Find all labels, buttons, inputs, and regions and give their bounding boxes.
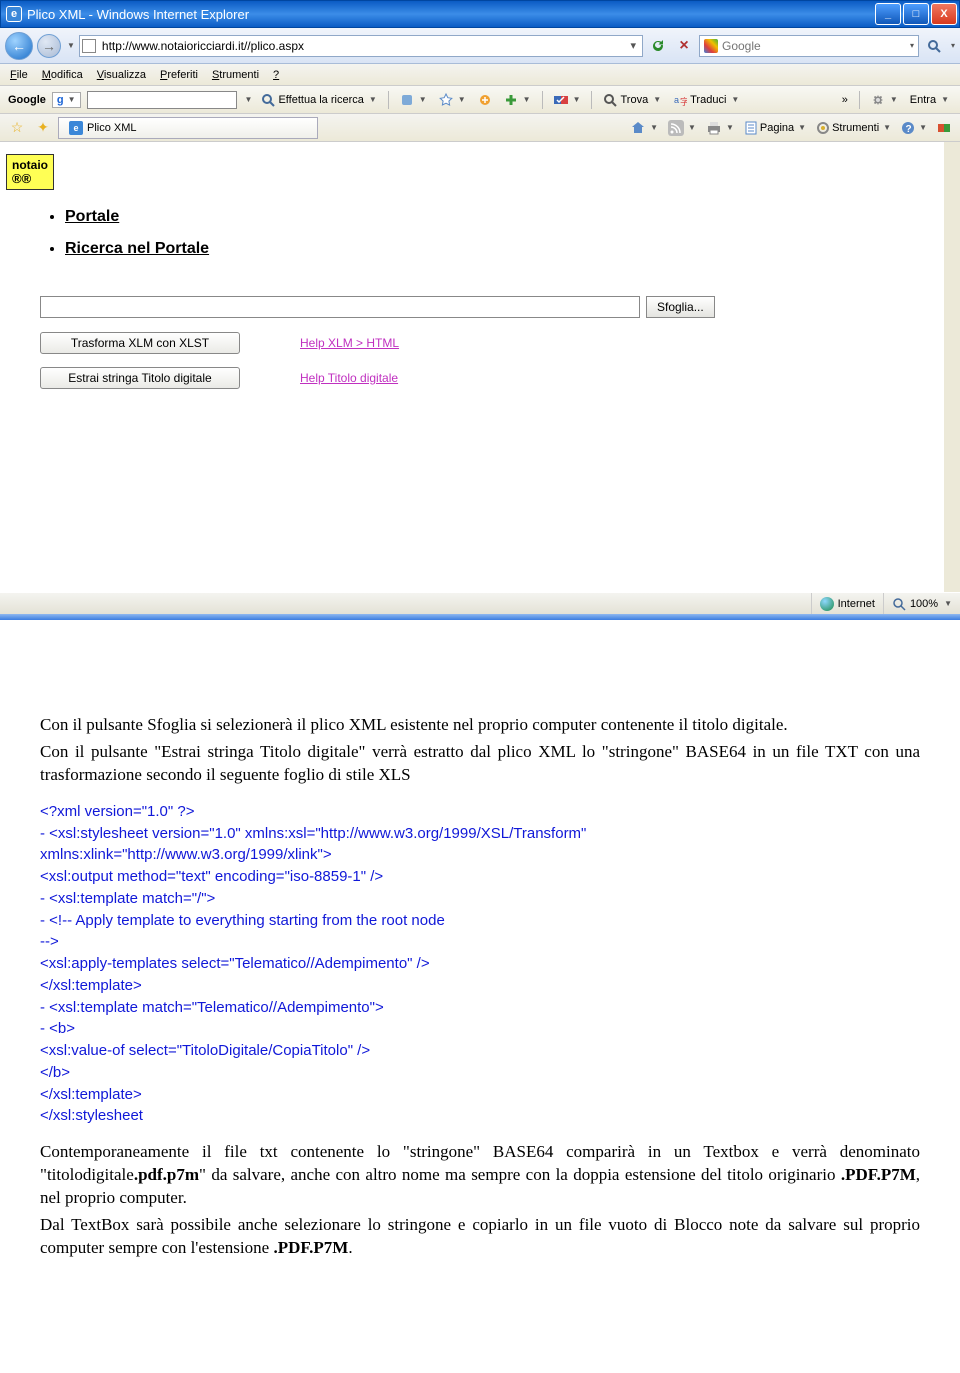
globe-icon (820, 597, 834, 611)
tab-label: Plico XML (87, 122, 137, 134)
svg-text:?: ? (906, 124, 912, 135)
code-block: <?xml version="1.0" ?>- <xsl:stylesheet … (40, 801, 920, 1127)
gtb-signin-button[interactable]: Entra▼ (907, 93, 952, 107)
browser-statusbar: Internet 100% ▼ (0, 592, 960, 614)
menu-tools[interactable]: Strumenti (212, 69, 259, 81)
scroll-up-arrow[interactable]: ▲ (944, 142, 960, 158)
gtb-find-button[interactable]: Trova▼ (600, 92, 664, 108)
extract-title-button[interactable]: Estrai stringa Titolo digitale (40, 367, 240, 389)
menu-help[interactable]: ? (273, 69, 279, 81)
zoom-control[interactable]: 100% ▼ (883, 593, 960, 614)
nav-history-dropdown[interactable]: ▼ (65, 41, 75, 50)
gtb-share-icon[interactable] (475, 92, 495, 108)
window-close-button[interactable]: X (931, 3, 957, 25)
doc-para-4: Dal TextBox sarà possibile anche selezio… (40, 1214, 920, 1260)
forward-button[interactable]: → (37, 34, 61, 58)
address-input[interactable] (100, 39, 627, 53)
window-title: Plico XML - Windows Internet Explorer (27, 7, 249, 22)
gtb-settings-icon[interactable]: ▼ (868, 92, 901, 108)
browser-search-box[interactable]: ▾ (699, 35, 919, 57)
add-favorite-button[interactable]: ☆ (6, 117, 28, 139)
doc-para-3: Contemporaneamente il file txt contenent… (40, 1141, 920, 1210)
gtb-more-icon[interactable]: » (839, 93, 851, 107)
ie-icon: e (6, 6, 22, 22)
browser-search-input[interactable] (722, 39, 908, 53)
svg-text:a: a (674, 95, 679, 105)
google-toolbar: Google g▼ ▼ Effettua la ricerca▼ ▼ ▼ ▼ ▼… (0, 86, 960, 114)
page-icon (82, 39, 96, 53)
link-ricerca-portale[interactable]: Ricerca nel Portale (65, 240, 209, 257)
help-titolo-digitale-link[interactable]: Help Titolo digitale (300, 371, 398, 385)
research-button[interactable] (934, 120, 954, 136)
favorites-center-button[interactable]: ✦ (32, 117, 54, 139)
menu-favorites[interactable]: Preferiti (160, 69, 198, 81)
home-button[interactable]: ▼ (627, 119, 661, 137)
browser-navbar: ← → ▼ ▾ × ▾ ▾ (0, 28, 960, 64)
google-account-dropdown[interactable]: g▼ (52, 92, 81, 108)
browser-tabbar: ☆ ✦ e Plico XML ▼ ▼ ▼ Pagina▼ Strumenti▼… (0, 114, 960, 142)
transform-xml-button[interactable]: Trasforma XLM con XLST (40, 332, 240, 354)
print-button[interactable]: ▼ (703, 119, 737, 137)
tools-menu-button[interactable]: Strumenti▼ (813, 120, 894, 136)
gtb-check-icon[interactable]: ▼ (551, 92, 584, 108)
help-button[interactable]: ?▼ (898, 120, 930, 136)
google-toolbar-label: Google (8, 94, 46, 106)
address-bar[interactable]: ▾ (79, 35, 643, 57)
google-search-button[interactable]: Effettua la ricerca▼ (258, 92, 379, 108)
page-menu-button[interactable]: Pagina▼ (741, 120, 809, 136)
gtb-icon-1[interactable]: ▼ (397, 92, 430, 108)
address-dropdown[interactable]: ▾ (626, 39, 640, 52)
link-portale[interactable]: Portale (65, 208, 119, 225)
search-provider-icon (704, 39, 718, 53)
google-toolbar-search-input[interactable] (87, 91, 237, 109)
browser-menubar: File Modifica Visualizza Preferiti Strum… (0, 64, 960, 86)
window-minimize-button[interactable]: _ (875, 3, 901, 25)
security-zone-label: Internet (838, 598, 875, 610)
browser-tab[interactable]: e Plico XML (58, 117, 318, 139)
tab-ie-icon: e (69, 121, 83, 135)
window-titlebar: e Plico XML - Windows Internet Explorer … (0, 0, 960, 28)
refresh-button[interactable] (647, 35, 669, 57)
browse-button[interactable]: Sfoglia... (646, 296, 715, 318)
help-xml-html-link[interactable]: Help XLM > HTML (300, 336, 399, 350)
page-viewport: notaio ®® Portale Ricerca nel Portale Sf… (0, 142, 960, 592)
search-options-dropdown[interactable]: ▾ (949, 41, 955, 50)
menu-file[interactable]: File (10, 69, 28, 81)
vertical-scrollbar[interactable]: ▲ (944, 142, 960, 592)
zoom-level: 100% (910, 598, 938, 610)
file-path-input[interactable] (40, 296, 640, 318)
google-search-dropdown[interactable]: ▼ (243, 95, 253, 104)
svg-text:字: 字 (680, 96, 687, 107)
search-dropdown[interactable]: ▾ (908, 41, 914, 50)
gtb-translate-button[interactable]: a字 Traduci▼ (670, 92, 742, 108)
doc-para-2: Con il pulsante "Estrai stringa Titolo d… (40, 741, 920, 787)
menu-view[interactable]: Visualizza (97, 69, 146, 81)
site-logo: notaio ®® (6, 154, 54, 190)
zoom-icon (892, 597, 906, 611)
window-maximize-button[interactable]: □ (903, 3, 929, 25)
search-go-button[interactable] (923, 35, 945, 57)
gtb-plus-icon[interactable]: ▼ (501, 92, 534, 108)
back-button[interactable]: ← (5, 32, 33, 60)
stop-button[interactable]: × (673, 35, 695, 57)
doc-para-1: Con il pulsante Sfoglia si selezionerà i… (40, 714, 920, 737)
scroll-thumb[interactable] (944, 158, 960, 458)
feeds-button[interactable]: ▼ (665, 119, 699, 137)
menu-edit[interactable]: Modifica (42, 69, 83, 81)
document-body: Con il pulsante Sfoglia si selezionerà i… (0, 620, 960, 1304)
gtb-star-icon[interactable]: ▼ (436, 92, 469, 108)
